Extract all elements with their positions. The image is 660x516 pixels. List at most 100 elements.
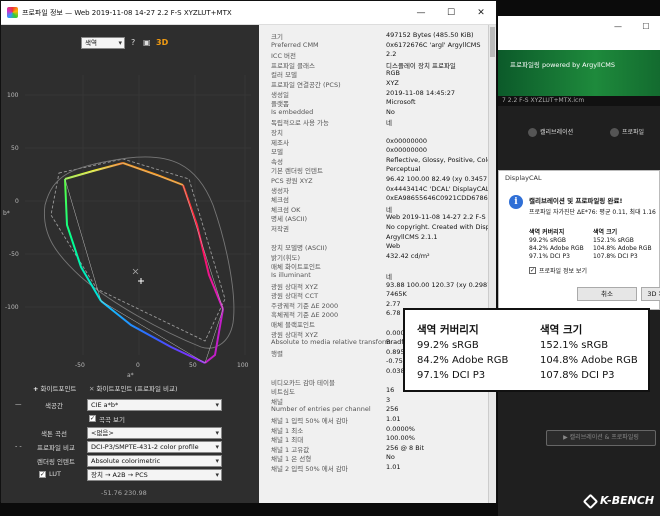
info-key: 채널 1 최소 xyxy=(271,426,304,435)
info-key: Preferred CMM xyxy=(271,40,319,49)
info-key: ICC 버전 xyxy=(271,52,297,61)
displaycal-maximize-button[interactable]: ☐ xyxy=(632,22,660,31)
info-row: 체크섬 0xEA98655646C0921CDD6786FAFE xyxy=(271,194,496,204)
window-title: 프로파일 정보 — Web 2019-11-08 14-27 2.2 F-S X… xyxy=(22,8,232,17)
info-row: 채널 2 입력 50% 에서 감마 1.01 xyxy=(271,463,491,473)
info-value: ArgyllCMS 2.1.1 xyxy=(386,232,438,241)
info-key: 광원 상대적 CCT xyxy=(271,292,319,301)
3d-view-button[interactable]: 3D 독 xyxy=(641,287,660,301)
info-value: 네 xyxy=(386,205,392,214)
profile-info-table[interactable]: 크기 497152 Bytes (485.50 KiB) Preferred CMM… xyxy=(259,25,496,503)
info-value: 6.78 xyxy=(386,309,401,318)
info-value: 2.77 xyxy=(386,299,401,308)
info-value: 497152 Bytes (485.50 KiB) xyxy=(386,31,474,39)
info-row: Is illuminant 네 xyxy=(271,271,491,281)
displaycal-tabs: 캘리브레이션 프로파일 xyxy=(498,120,660,146)
dialog-message: 캘리브레이션 및 프로파일링 완료! xyxy=(529,197,623,205)
colorspace-select[interactable]: CIE a*b* xyxy=(87,399,222,411)
info-value: 0.895 xyxy=(386,347,405,356)
line-dashed-icon: - - xyxy=(15,442,22,450)
plot-type-select[interactable]: 색역 xyxy=(81,37,125,49)
tone-curve-select[interactable]: <없음> xyxy=(87,427,222,439)
lut-select[interactable]: 장치 → A2B → PCS xyxy=(87,469,222,481)
info-value: 7465K xyxy=(386,290,407,299)
whitepoint-legend-label: 화이트포인트 xyxy=(40,385,77,393)
info-key: 장치 xyxy=(271,129,283,137)
image-icon[interactable]: ▣ xyxy=(143,37,151,49)
overlay-size-srgb: 152.1% sRGB xyxy=(540,340,609,351)
profile-compare-label: 프로파일 비교 xyxy=(37,444,75,452)
cancel-button[interactable]: 취소 xyxy=(577,287,637,301)
info-value: No xyxy=(386,107,395,116)
close-button[interactable]: ✕ xyxy=(466,1,496,24)
info-row: 장치 xyxy=(271,127,491,137)
lut-label: LUT xyxy=(49,470,62,478)
info-key: 채널 xyxy=(271,397,283,406)
calibrate-button-label: 캘리브레이션 & 프로파일링 xyxy=(569,434,639,441)
info-value: 0x00000000 xyxy=(386,146,428,155)
line-solid-icon: — xyxy=(15,400,22,408)
measured-gamut-boundary xyxy=(64,162,224,364)
overlay-coverage-srgb: 99.2% sRGB xyxy=(417,340,479,351)
x-tick-50: 50 xyxy=(189,362,197,369)
show-measurements-checkbox[interactable]: ✓ xyxy=(89,415,96,422)
show-info-checkbox[interactable]: ✓ xyxy=(529,267,536,274)
minimize-button[interactable]: — xyxy=(406,1,436,24)
lut-checkbox[interactable]: ✓ xyxy=(39,471,46,478)
displaycal-minimize-button[interactable]: — xyxy=(604,22,632,31)
colorspace-label: 색공간 xyxy=(45,402,63,410)
whitepoint-compare-legend: ✕ 화이트포인트 (프로파일 비교) xyxy=(89,383,178,393)
profile-compare-select[interactable]: DCI-P3/SMPTE-431-2 color profile xyxy=(87,441,222,453)
profile-info-window: 프로파일 정보 — Web 2019-11-08 14-27 2.2 F-S X… xyxy=(0,0,497,503)
info-value: 0.0000% xyxy=(386,424,415,433)
info-value: 2.2 xyxy=(386,50,397,59)
info-key: 채널 2 입력 50% 에서 감마 xyxy=(271,465,348,473)
dialog-size-srgb: 152.1% sRGB xyxy=(593,237,634,244)
tab-profiling[interactable]: 프로파일 xyxy=(610,127,644,137)
info-row: 밝기(휘도) 432.42 cd/m² xyxy=(271,252,491,262)
info-value: 0x00000000 xyxy=(386,136,428,145)
info-row: 프로파일 연결공간 (PCS) XYZ xyxy=(271,79,491,89)
tab-calibration-label: 캘리브레이션 xyxy=(540,129,574,136)
displaycal-titlebar[interactable]: — ☐ xyxy=(498,16,660,50)
info-key: Absolute to media relative transform xyxy=(271,338,391,347)
info-row: 채널 3 xyxy=(271,396,491,406)
maximize-button[interactable]: ☐ xyxy=(436,1,466,24)
info-row: 매체 화이트포인트 xyxy=(271,261,491,271)
info-value: Web 2019-11-08 14-27 2.2 F-S XYZ xyxy=(386,213,496,222)
displaycal-banner: 프로파일링 powered by ArgyllCMS xyxy=(498,50,660,96)
x-tick-0: 0 xyxy=(136,362,140,369)
info-row: 크기 497152 Bytes (485.50 KiB) xyxy=(271,31,491,41)
info-value: 디스플레이 장치 프로파일 xyxy=(386,61,456,70)
info-key: 흑체궤적 기준 ΔE 2000 xyxy=(271,311,339,320)
info-key: 채널 1 은 선형 xyxy=(271,455,312,464)
profile-info-titlebar[interactable]: 프로파일 정보 — Web 2019-11-08 14-27 2.2 F-S X… xyxy=(1,1,496,25)
info-value: 0x6172676C 'argl' ArgyllCMS xyxy=(386,40,481,49)
info-key: 채널 1 최대 xyxy=(271,436,304,445)
info-value: 100.00% xyxy=(386,434,415,443)
gamut-graph-pane: 색역 ? ▣ 3D xyxy=(1,25,259,503)
info-key: 생성자 xyxy=(271,186,289,195)
info-table-scrollbar[interactable] xyxy=(488,25,496,503)
info-value: Perceptual xyxy=(386,165,421,174)
calibrate-profile-button[interactable]: ▶ 캘리브레이션 & 프로파일링 xyxy=(546,430,656,446)
info-row: 광원 상대적 XYZ 93.88 100.00 120.37 (xy 0.2987… xyxy=(271,281,496,291)
rendering-intent-label: 렌더링 인텐트 xyxy=(37,458,75,466)
scrollbar-thumb[interactable] xyxy=(490,27,495,57)
calibration-tab-icon xyxy=(528,128,537,137)
help-icon[interactable]: ? xyxy=(131,37,135,49)
info-row: 채널 1 은 선형 No xyxy=(271,453,491,463)
dialog-coverage-srgb: 99.2% sRGB xyxy=(529,237,567,244)
info-row: 프로파일 클래스 디스플레이 장치 프로파일 xyxy=(271,60,491,70)
whitepoint-compare-marker xyxy=(132,268,139,275)
tab-calibration[interactable]: 캘리브레이션 xyxy=(528,127,573,137)
info-icon: i xyxy=(509,195,523,209)
rendering-intent-select[interactable]: Absolute colorimetric xyxy=(87,455,222,467)
dialog-size-dci: 107.8% DCI P3 xyxy=(593,253,638,260)
info-row: 생성일 2019-11-08 14:45:27 xyxy=(271,89,491,99)
info-row: 장치 모델명 (ASCII) Web xyxy=(271,242,491,252)
kbench-logo-mark xyxy=(582,493,599,509)
3d-icon[interactable]: 3D xyxy=(156,37,168,49)
dialog-size-adobe: 104.8% Adobe RGB xyxy=(593,245,652,252)
ab-gamut-plot[interactable]: 100 50 0 -50 -100 -50 0 50 100 a* b* xyxy=(1,55,259,380)
